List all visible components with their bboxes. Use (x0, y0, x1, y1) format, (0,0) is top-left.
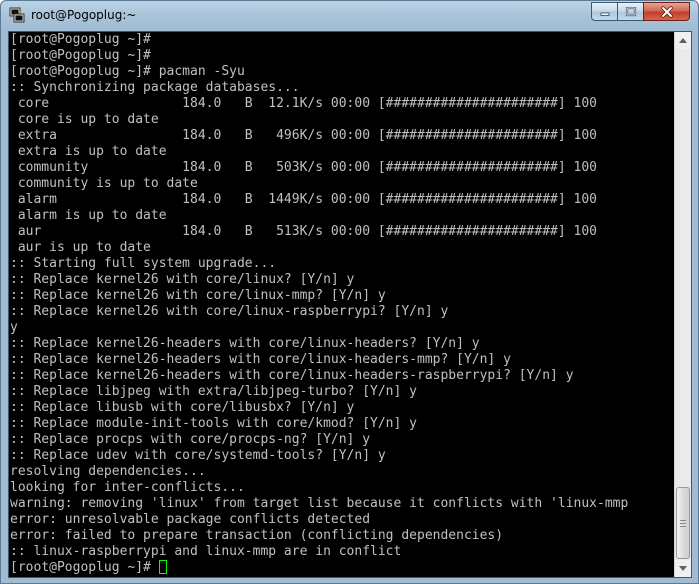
terminal-line: core 184.0 B 12.1K/s 00:00 [############… (10, 96, 597, 111)
terminal-line: :: Replace procps with core/procps-ng? [… (10, 432, 371, 447)
terminal-line: :: Replace kernel26-headers with core/li… (10, 352, 511, 367)
scroll-up-arrow-icon (679, 38, 687, 43)
terminal-line: resolving dependencies... (10, 464, 206, 479)
terminal-output[interactable]: [root@Pogoplug ~]# [root@Pogoplug ~]# [roo… (10, 32, 675, 577)
terminal-line: :: Replace kernel26 with core/linux? [Y/… (10, 272, 355, 287)
terminal-line: [root@Pogoplug ~]# (10, 32, 151, 47)
terminal-line: [root@Pogoplug ~]# (10, 48, 151, 63)
prompt-text: [root@Pogoplug ~]# (10, 560, 159, 575)
maximize-button[interactable] (617, 2, 644, 21)
terminal-line: :: Replace kernel26 with core/linux-rasp… (10, 304, 449, 319)
terminal-client-area: [root@Pogoplug ~]# [root@Pogoplug ~]# [roo… (8, 31, 692, 578)
terminal-line: community is up to date (10, 176, 198, 191)
terminal-line: aur 184.0 B 513K/s 00:00 [##############… (10, 224, 597, 239)
terminal-line: core is up to date (10, 112, 159, 127)
terminal-line: :: Replace libjpeg with extra/libjpeg-tu… (10, 384, 417, 399)
terminal-line: :: Replace libusb with core/libusbx? [Y/… (10, 400, 355, 415)
terminal-line: :: Synchronizing package databases... (10, 80, 300, 95)
terminal-line: :: Replace kernel26 with core/linux-mmp?… (10, 288, 386, 303)
terminal-line: :: Replace kernel26-headers with core/li… (10, 336, 480, 351)
scroll-down-button[interactable] (675, 560, 691, 577)
minimize-icon (600, 12, 609, 16)
terminal-line: :: Starting full system upgrade... (10, 256, 277, 271)
terminal-line: extra 184.0 B 496K/s 00:00 [############… (10, 128, 597, 143)
terminal-line: looking for inter-conflicts... (10, 480, 245, 495)
terminal-line: [root@Pogoplug ~]# pacman -Syu (10, 64, 245, 79)
prompt-line[interactable]: [root@Pogoplug ~]# (10, 560, 675, 576)
terminal-line: warning: removing 'linux' from target li… (10, 496, 629, 511)
maximize-icon (625, 6, 636, 16)
terminal-line: aur is up to date (10, 240, 151, 255)
text-cursor (158, 560, 167, 574)
terminal-window: root@Pogoplug:~ [root@Pogoplug ~]# [root@… (0, 0, 699, 584)
terminal-line: extra is up to date (10, 144, 167, 159)
terminal-line: community 184.0 B 503K/s 00:00 [########… (10, 160, 597, 175)
vertical-scrollbar[interactable] (674, 32, 691, 577)
putty-terminal-icon[interactable] (9, 7, 25, 23)
terminal-line: :: Replace kernel26-headers with core/li… (10, 368, 574, 383)
close-icon (660, 5, 673, 18)
terminal-line: :: Replace module-init-tools with core/k… (10, 416, 417, 431)
terminal-line: error: unresolvable package conflicts de… (10, 512, 371, 527)
terminal-line: :: Replace udev with core/systemd-tools?… (10, 448, 386, 463)
terminal-line: :: linux-raspberrypi and linux-mmp are i… (10, 544, 402, 559)
minimize-button[interactable] (591, 2, 618, 21)
terminal-line: y (10, 320, 18, 335)
scrollbar-thumb[interactable] (676, 487, 690, 559)
window-title: root@Pogoplug:~ (31, 8, 137, 22)
close-button[interactable] (643, 2, 690, 21)
terminal-line: error: failed to prepare transaction (co… (10, 528, 504, 543)
title-bar[interactable]: root@Pogoplug:~ (1, 1, 698, 30)
scroll-down-arrow-icon (679, 566, 687, 571)
terminal-line: alarm 184.0 B 1449K/s 00:00 [###########… (10, 192, 597, 207)
terminal-line: alarm is up to date (10, 208, 167, 223)
scroll-up-button[interactable] (675, 32, 691, 49)
